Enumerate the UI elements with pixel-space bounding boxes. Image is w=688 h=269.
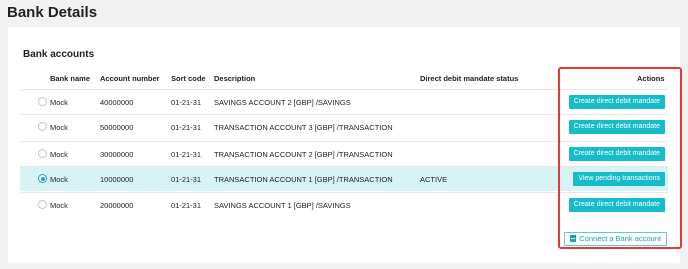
cell-account-number: 10000000: [100, 175, 134, 184]
cell-description: TRANSACTION ACCOUNT 3 [GBP] /TRANSACTION: [214, 123, 393, 132]
header-mandate-status: Direct debit mandate status: [420, 74, 519, 83]
file-icon: [570, 235, 577, 242]
actions-highlight-box: [558, 67, 682, 249]
cell-description: TRANSACTION ACCOUNT 2 [GBP] /TRANSACTION: [214, 150, 393, 159]
connect-label: Connect a Bank account: [579, 234, 661, 243]
page-title: Bank Details: [7, 4, 98, 21]
header-account-number: Account number: [100, 74, 160, 83]
row-radio[interactable]: [38, 174, 47, 183]
row-radio[interactable]: [38, 97, 47, 106]
header-sort-code: Sort code: [171, 74, 206, 83]
cell-sort-code: 01-21-31: [171, 150, 202, 159]
header-bank-name: Bank name: [50, 74, 91, 83]
cell-description: TRANSACTION ACCOUNT 1 [GBP] /TRANSACTION: [214, 175, 393, 184]
row-radio[interactable]: [38, 122, 47, 131]
connect-bank-account-button[interactable]: Connect a Bank account: [564, 232, 667, 246]
cell-mandate-status: ACTIVE: [420, 175, 448, 184]
cell-sort-code: 01-21-31: [171, 201, 202, 210]
cell-bank-name: Mock: [50, 175, 68, 184]
cell-sort-code: 01-21-31: [171, 123, 202, 132]
cell-account-number: 20000000: [100, 201, 134, 210]
cell-bank-name: Mock: [50, 150, 68, 159]
cell-description: SAVINGS ACCOUNT 1 [GBP] /SAVINGS: [214, 201, 351, 210]
cell-account-number: 30000000: [100, 150, 134, 159]
card-title: Bank accounts: [23, 49, 95, 60]
bank-accounts-card: Bank accounts Bank name Account number S…: [8, 27, 682, 263]
row-radio[interactable]: [38, 149, 47, 158]
cell-description: SAVINGS ACCOUNT 2 [GBP] /SAVINGS: [214, 98, 351, 107]
cell-sort-code: 01-21-31: [171, 98, 202, 107]
row-radio[interactable]: [38, 200, 47, 209]
header-description: Description: [214, 74, 256, 83]
cell-bank-name: Mock: [50, 123, 68, 132]
cell-account-number: 40000000: [100, 98, 134, 107]
cell-bank-name: Mock: [50, 98, 68, 107]
cell-account-number: 50000000: [100, 123, 134, 132]
cell-sort-code: 01-21-31: [171, 175, 202, 184]
cell-bank-name: Mock: [50, 201, 68, 210]
